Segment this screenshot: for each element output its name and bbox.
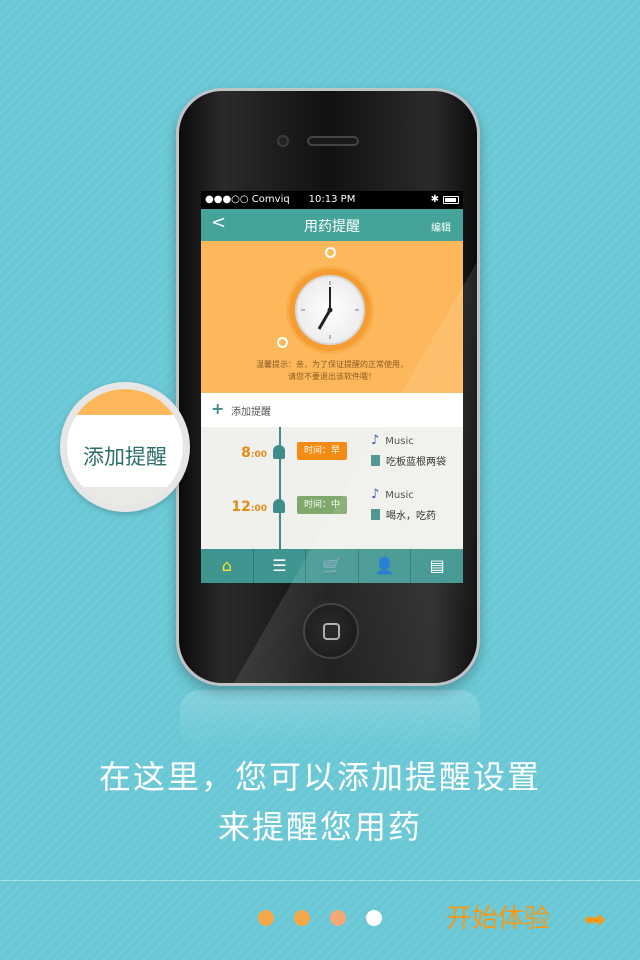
start-button[interactable]: 开始体验: [446, 898, 550, 935]
add-reminder-row[interactable]: + 添加提醒: [201, 393, 463, 427]
page-dot[interactable]: [294, 910, 310, 926]
tip-line-2: 请您不要退出该软件哦！: [288, 372, 376, 381]
time-tag: 时间：早: [297, 442, 348, 460]
battery-icon: [443, 196, 459, 204]
document-icon: [371, 509, 380, 520]
document-icon: [371, 455, 380, 466]
plus-icon: +: [211, 399, 225, 418]
page-dot-active[interactable]: [366, 910, 382, 926]
page-title: 用药提醒: [304, 219, 360, 235]
bluetooth-icon: ✱: [430, 194, 439, 205]
home-square-icon: [323, 623, 340, 640]
reminder-time: 8:00: [241, 445, 267, 461]
home-icon[interactable]: ⌂: [201, 549, 254, 583]
note-text: 吃板蓝根两袋: [386, 457, 446, 468]
alarm-bell-icon: [277, 337, 288, 348]
clock-hands-icon: [301, 281, 359, 339]
home-button[interactable]: [303, 603, 359, 659]
headline-line-2: 来提醒您用药: [217, 808, 422, 846]
page-indicator: [258, 910, 382, 926]
phone-reflection: [180, 690, 480, 750]
music-label: ♪ Music: [371, 433, 414, 448]
alarm-bell-icon: [325, 247, 336, 258]
earpiece: [307, 136, 359, 146]
list-icon[interactable]: ☰: [254, 549, 307, 583]
time-tag: 时间：中: [297, 496, 348, 514]
list-item[interactable]: 12:00 时间：中 ♪ Music 喝水，吃药: [201, 485, 463, 537]
reminder-time: 12:00: [231, 499, 267, 515]
menu-icon[interactable]: ▤: [411, 549, 463, 583]
cart-icon[interactable]: 🛒: [306, 549, 359, 583]
reminder-minute: :00: [250, 504, 267, 514]
edit-button[interactable]: 编辑: [431, 219, 451, 234]
note-label: 喝水，吃药: [371, 507, 436, 522]
divider: [0, 880, 640, 881]
reminder-hour: 8: [241, 445, 251, 461]
bell-icon: [273, 445, 285, 459]
status-bar: ●●●○○ Comviq 10:13 PM ✱: [201, 191, 463, 209]
alarm-clock: [289, 269, 371, 351]
page-dot[interactable]: [330, 910, 346, 926]
callout-text: 添加提醒: [83, 445, 167, 469]
clock-face: [295, 275, 365, 345]
page-dot[interactable]: [258, 910, 274, 926]
music-text: Music: [385, 490, 414, 501]
note-text: 喝水，吃药: [386, 511, 436, 522]
headline: 在这里，您可以添加提醒设置 来提醒您用药: [0, 752, 640, 852]
bell-icon: [273, 499, 285, 513]
tip-line-1: 温馨提示：亲，为了保证提醒的正常使用，: [256, 360, 408, 369]
nav-bar: < 用药提醒 编辑: [201, 209, 463, 241]
music-note-icon: ♪: [371, 433, 380, 448]
tab-bar: ⌂ ☰ 🛒 👤 ▤: [201, 549, 463, 583]
reminder-minute: :00: [250, 450, 267, 460]
note-label: 吃板蓝根两袋: [371, 453, 446, 468]
headline-line-1: 在这里，您可以添加提醒设置: [98, 758, 541, 796]
add-reminder-label: 添加提醒: [231, 407, 271, 418]
zoom-callout: 添加提醒: [60, 382, 190, 512]
reminder-list: 8:00 时间：早 ♪ Music 吃板蓝根两袋 12:00 时间：中 ♪ Musi…: [201, 427, 463, 549]
callout-bottom-band: [67, 487, 183, 505]
status-time: 10:13 PM: [308, 194, 356, 205]
phone-mockup: ●●●○○ Comviq 10:13 PM ✱ < 用药提醒 编辑 温馨提示：亲…: [176, 88, 480, 686]
tip-text: 温馨提示：亲，为了保证提醒的正常使用， 请您不要退出该软件哦！: [201, 359, 463, 383]
music-text: Music: [385, 436, 414, 447]
clock-panel: 温馨提示：亲，为了保证提醒的正常使用， 请您不要退出该软件哦！: [201, 241, 463, 393]
camera: [277, 135, 289, 147]
arrow-right-icon[interactable]: ➡: [584, 905, 606, 935]
callout-top-band: [67, 389, 183, 415]
reminder-hour: 12: [231, 499, 251, 515]
music-label: ♪ Music: [371, 487, 414, 502]
music-note-icon: ♪: [371, 487, 380, 502]
list-item[interactable]: 8:00 时间：早 ♪ Music 吃板蓝根两袋: [201, 431, 463, 483]
phone-screen: ●●●○○ Comviq 10:13 PM ✱ < 用药提醒 编辑 温馨提示：亲…: [201, 191, 463, 583]
user-icon[interactable]: 👤: [359, 549, 412, 583]
